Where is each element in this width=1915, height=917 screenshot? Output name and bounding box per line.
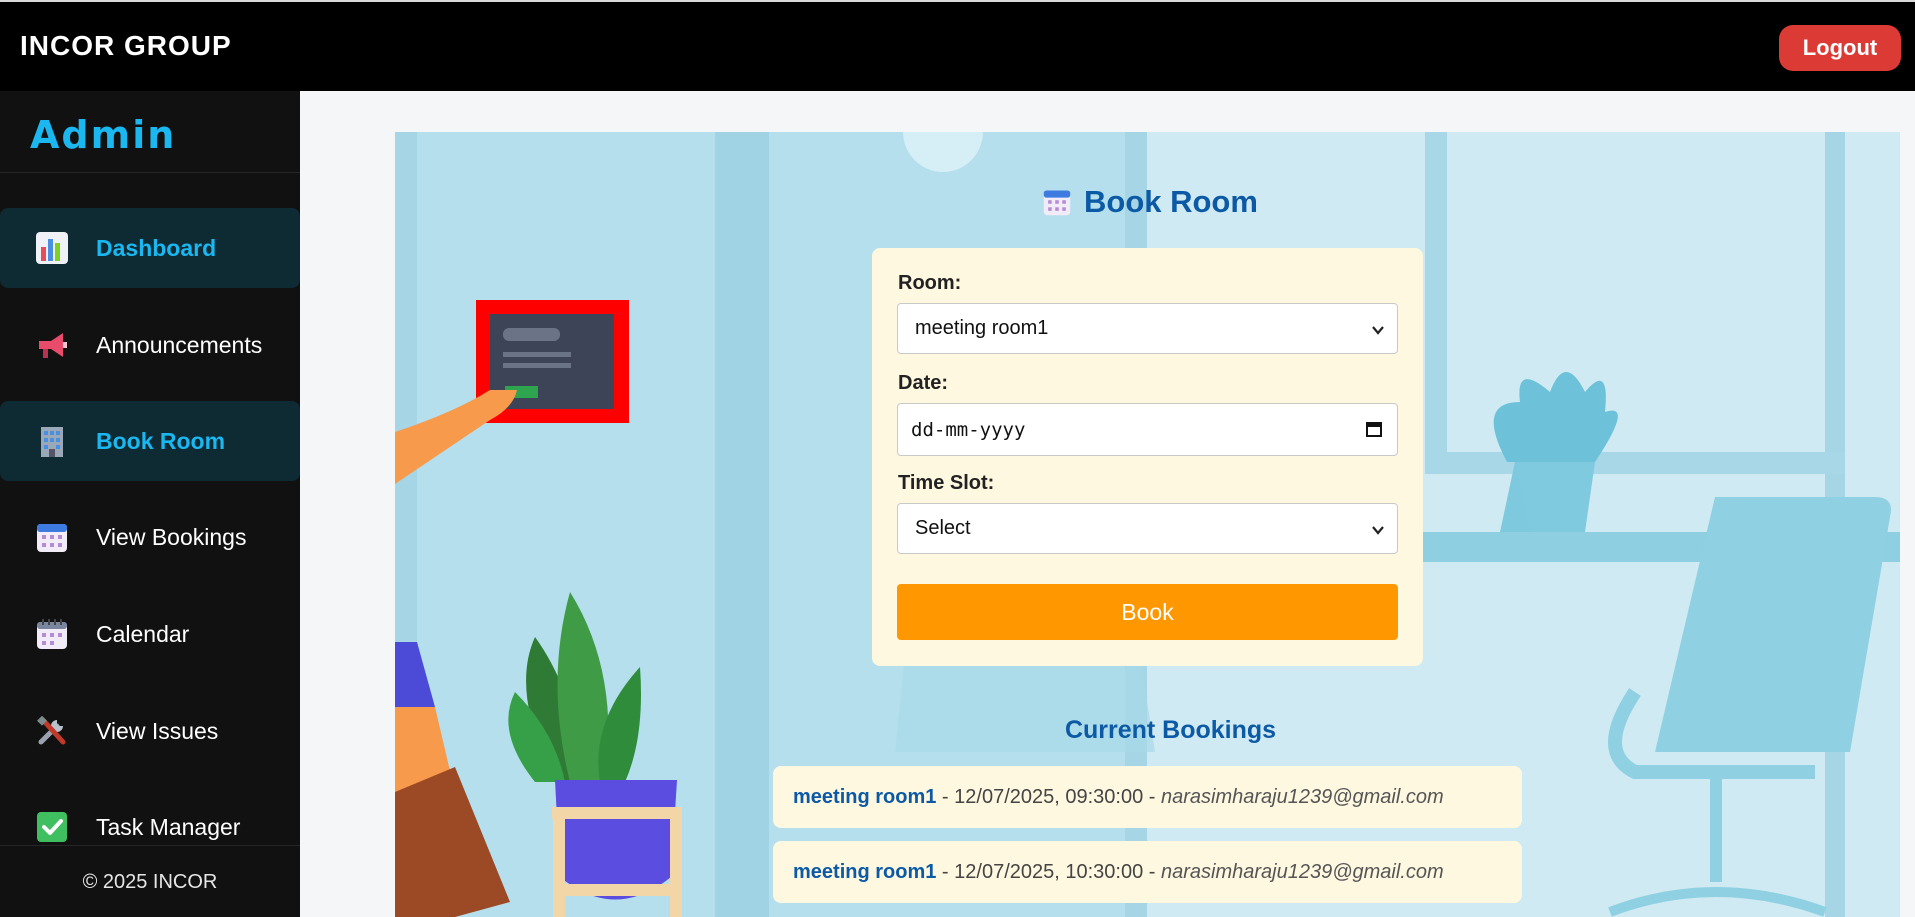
chevron-down-icon bbox=[1371, 520, 1385, 543]
sidebar-item-book-room[interactable]: Book Room bbox=[0, 401, 300, 481]
room-select[interactable]: meeting room1 bbox=[897, 303, 1398, 354]
booking-separator: - bbox=[1143, 785, 1161, 808]
booking-email: narasimharaju1239@gmail.com bbox=[1160, 860, 1444, 883]
time-slot-select[interactable]: Select bbox=[897, 503, 1398, 554]
sidebar-item-task-manager[interactable]: Task Manager bbox=[0, 787, 300, 867]
brand-logo-text: INCOR GROUP bbox=[20, 30, 232, 61]
sidebar-title: Admin bbox=[30, 113, 177, 157]
top-bar: INCOR GROUP Logout bbox=[0, 0, 1915, 91]
current-bookings-title: Current Bookings bbox=[1064, 716, 1277, 744]
time-slot-label: Time Slot: bbox=[898, 472, 995, 494]
tools-icon bbox=[34, 713, 70, 749]
calendar-icon bbox=[34, 519, 70, 555]
booking-email: narasimharaju1239@gmail.com bbox=[1160, 785, 1444, 808]
booking-datetime: 12/07/2025, 10:30:00 bbox=[954, 860, 1144, 883]
date-label: Date: bbox=[898, 372, 949, 394]
logout-button[interactable]: Logout bbox=[1779, 25, 1901, 71]
page-title: Book Room bbox=[1042, 184, 1258, 220]
bar-chart-icon bbox=[34, 230, 70, 266]
booking-room: meeting room1 bbox=[793, 785, 937, 808]
room-select-value: meeting room1 bbox=[915, 317, 1049, 339]
calendar-icon bbox=[1042, 187, 1072, 217]
sidebar-footer-divider bbox=[0, 845, 300, 846]
sidebar-item-calendar[interactable]: Calendar bbox=[0, 594, 300, 674]
sidebar-item-label: Dashboard bbox=[96, 234, 217, 261]
booking-list-item: meeting room1 - 12/07/2025, 10:30:00 - n… bbox=[773, 841, 1522, 903]
sidebar-divider bbox=[0, 172, 300, 173]
time-slot-select-value: Select bbox=[915, 517, 971, 539]
book-room-panel: Book Room Room: meeting room1 Date: dd-m… bbox=[395, 132, 1900, 917]
check-mark-icon bbox=[34, 809, 70, 845]
booking-separator: - bbox=[1143, 860, 1161, 883]
sidebar-item-announcements[interactable]: Announcements bbox=[0, 305, 300, 385]
sidebar-item-label: View Issues bbox=[96, 717, 219, 744]
sidebar-item-dashboard[interactable]: Dashboard bbox=[0, 208, 300, 288]
sidebar-item-view-bookings[interactable]: View Bookings bbox=[0, 497, 300, 577]
sidebar: Admin Dashboard Announcements Book Room … bbox=[0, 91, 300, 917]
date-input[interactable]: dd-mm-yyyy bbox=[897, 403, 1398, 456]
booking-form: Room: meeting room1 Date: dd-mm-yyyy Tim… bbox=[872, 248, 1423, 666]
book-button[interactable]: Book bbox=[897, 584, 1398, 640]
booking-list-item: meeting room1 - 12/07/2025, 09:30:00 - n… bbox=[773, 766, 1522, 828]
booking-separator: - bbox=[936, 860, 955, 883]
room-label: Room: bbox=[898, 272, 962, 294]
booking-separator: - bbox=[936, 785, 955, 808]
sidebar-item-label: Announcements bbox=[96, 331, 263, 358]
spiral-calendar-icon bbox=[34, 616, 70, 652]
sidebar-footer: © 2025 INCOR bbox=[82, 871, 218, 893]
megaphone-icon bbox=[34, 327, 70, 363]
booking-datetime: 12/07/2025, 09:30:00 bbox=[954, 785, 1144, 808]
date-input-placeholder: dd-mm-yyyy bbox=[911, 418, 1026, 441]
sidebar-item-label: Book Room bbox=[96, 427, 226, 454]
page-title-text: Book Room bbox=[1084, 184, 1258, 219]
booking-room: meeting room1 bbox=[793, 860, 937, 883]
sidebar-item-label: Calendar bbox=[96, 620, 190, 647]
chevron-down-icon bbox=[1371, 320, 1385, 343]
office-building-icon bbox=[34, 423, 70, 459]
sidebar-item-view-issues[interactable]: View Issues bbox=[0, 691, 300, 771]
sidebar-item-label: View Bookings bbox=[96, 523, 247, 550]
calendar-picker-icon[interactable] bbox=[1365, 420, 1383, 443]
sidebar-item-label: Task Manager bbox=[96, 813, 241, 840]
